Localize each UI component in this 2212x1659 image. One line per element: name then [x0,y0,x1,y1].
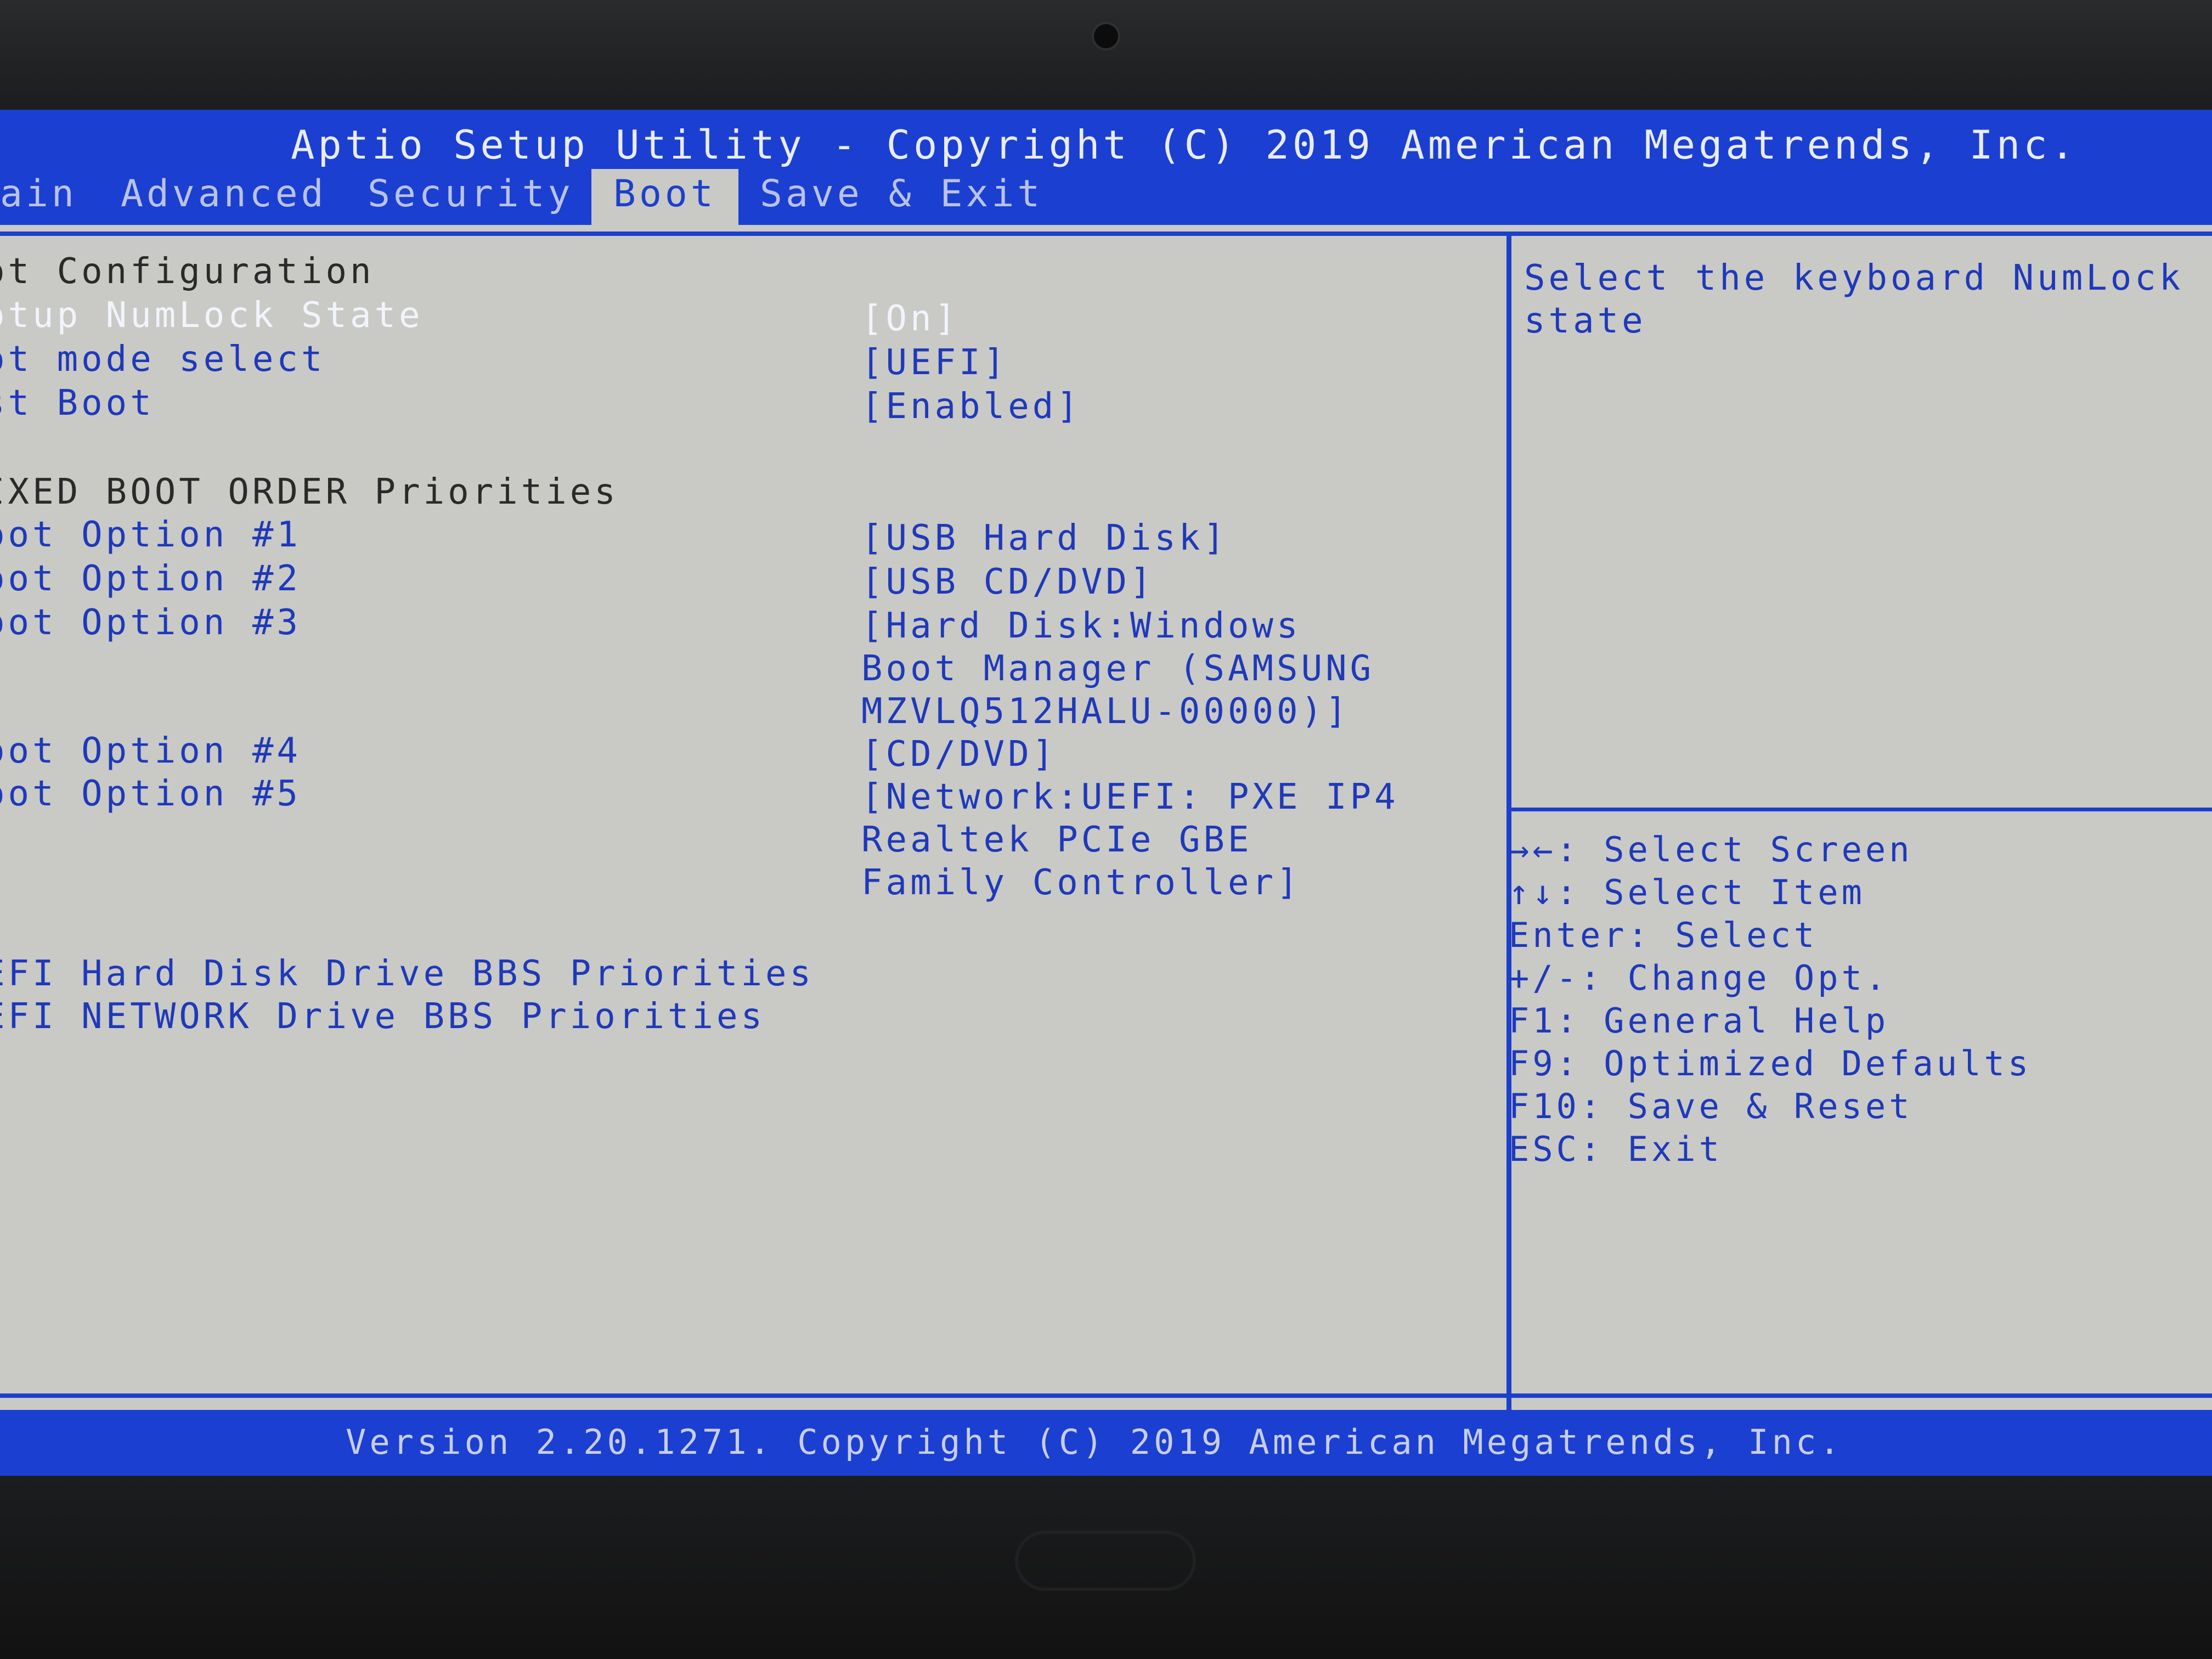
boot-option-5-value[interactable]: [Network:UEFI: PXE IP4 Realtek PCIe GBE … [861,776,1399,904]
bios-header: Aptio Setup Utility - Copyright (C) 2019… [0,110,2212,225]
fast-boot-value[interactable]: [Enabled] [861,385,1081,428]
help-divider [1511,808,2212,811]
bios-footer: Version 2.20.1271. Copyright (C) 2019 Am… [0,1410,2212,1476]
laptop-bezel-top [0,0,2212,115]
boot-configuration-heading: ot Configuration [0,251,375,292]
key-general-help: F1: General Help [1509,1001,1889,1041]
help-description: Select the keyboard NumLock state [1524,258,2184,341]
brand-logo-icon [1015,1531,1196,1591]
tab-advanced[interactable]: Advanced [99,169,349,225]
key-change-opt: +/-: Change Opt. [1509,958,1889,998]
boot-option-1-value[interactable]: [USB Hard Disk] [861,517,1228,560]
tab-main[interactable]: ain [0,169,99,225]
key-select-screen: →←: Select Screen [1509,830,1913,870]
uefi-hdd-priorities-link[interactable]: EFI Hard Disk Drive BBS Priorities [0,953,814,994]
fixed-boot-order-heading: IXED BOOT ORDER Priorities [0,472,619,512]
webcam-icon [1092,22,1120,50]
fast-boot-label[interactable]: st Boot [0,383,155,424]
boot-option-5-label[interactable]: oot Option #5 [0,774,301,814]
boot-option-3-label[interactable]: oot Option #3 [0,602,301,643]
tab-bar: ain Advanced Security Boot Save & Exit [0,169,2212,225]
tab-security[interactable]: Security [346,169,596,225]
tab-boot[interactable]: Boot [591,169,738,225]
key-enter-select: Enter: Select [1509,915,1818,955]
key-save-reset: F10: Save & Reset [1509,1086,1913,1126]
uefi-network-priorities-link[interactable]: EFI NETWORK Drive BBS Priorities [0,996,765,1037]
tab-save-exit[interactable]: Save & Exit [738,169,1065,225]
boot-option-4-value[interactable]: [CD/DVD] [861,733,1057,776]
key-exit: ESC: Exit [1509,1129,1723,1169]
boot-mode-value[interactable]: [UEFI] [861,341,1008,384]
frame-bottom-border [0,1393,2212,1398]
boot-option-4-label[interactable]: oot Option #4 [0,731,301,771]
key-select-item: ↑↓: Select Item [1509,872,1865,912]
key-legend: →←: Select Screen ↑↓: Select Item Enter:… [1509,828,2032,1171]
numlock-state-label[interactable]: otup NumLock State [0,295,424,336]
app-title: Aptio Setup Utility - Copyright (C) 2019… [291,122,2078,168]
frame-top-border [0,232,2212,236]
boot-option-2-label[interactable]: oot Option #2 [0,558,301,599]
key-optimized-defaults: F9: Optimized Defaults [1509,1043,2032,1084]
boot-option-1-label[interactable]: oot Option #1 [0,515,301,555]
bios-screen: Aptio Setup Utility - Copyright (C) 2019… [0,110,2212,1476]
boot-option-2-value[interactable]: [USB CD/DVD] [861,561,1154,603]
boot-option-3-value[interactable]: [Hard Disk:Windows Boot Manager (SAMSUNG… [861,605,1374,733]
version-text: Version 2.20.1271. Copyright (C) 2019 Am… [346,1422,1843,1462]
numlock-state-value[interactable]: [On] [861,297,959,340]
boot-mode-label[interactable]: ot mode select [0,339,325,380]
